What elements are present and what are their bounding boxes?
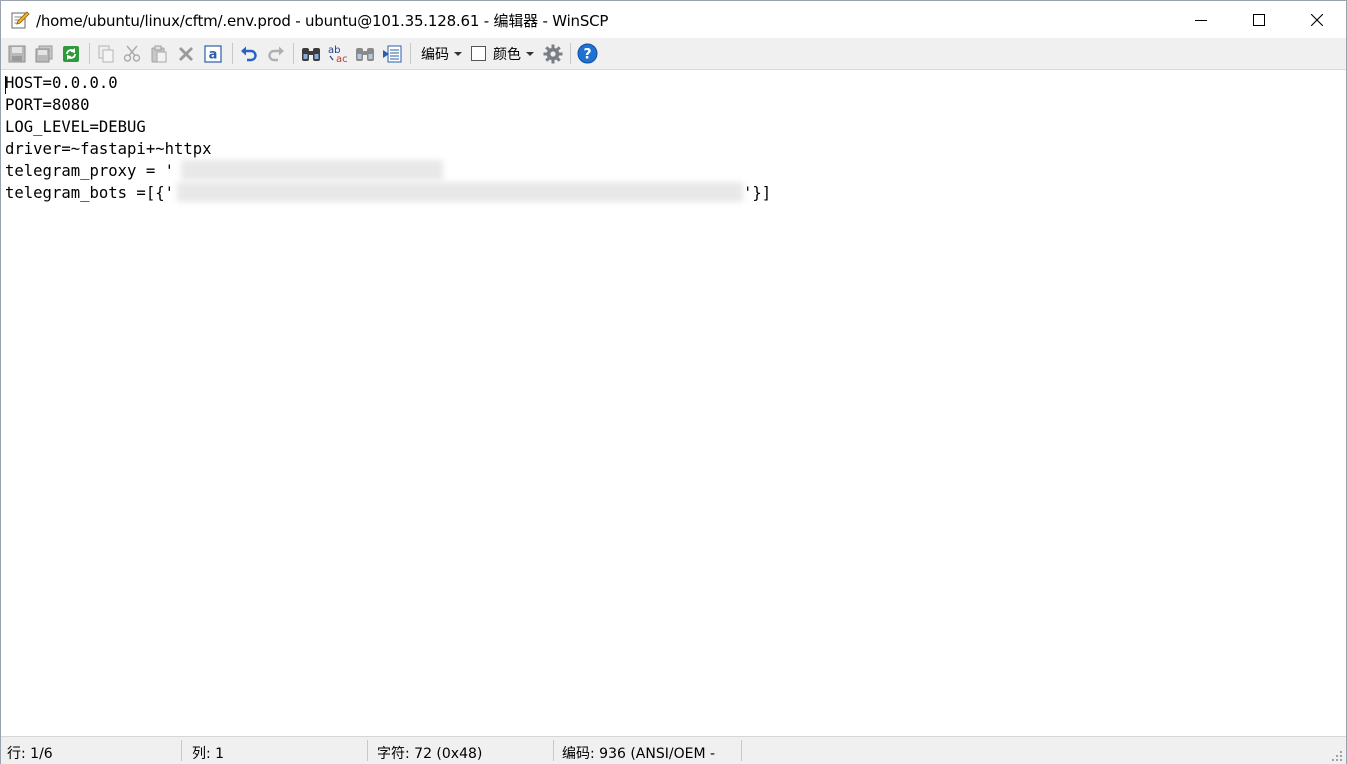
encoding-dropdown-label: 编码 <box>421 47 449 63</box>
redacted-region <box>181 160 443 180</box>
chevron-down-icon <box>454 52 462 56</box>
undo-icon <box>240 46 257 61</box>
status-chars: 字符: 72 (0x48) <box>377 746 483 762</box>
save-all-button[interactable] <box>32 42 55 65</box>
editor-line-2: PORT=8080 <box>5 96 90 114</box>
encoding-dropdown[interactable]: 编码 <box>421 44 462 64</box>
editor-line-6: telegram_bots =[{' <box>5 184 174 202</box>
help-button[interactable]: ? <box>576 42 599 65</box>
svg-text:?: ? <box>583 47 591 63</box>
undo-button[interactable] <box>237 42 260 65</box>
status-line: 行: 1/6 <box>7 746 53 762</box>
maximize-icon <box>1253 13 1265 26</box>
find-next-icon <box>355 47 374 61</box>
redo-button[interactable] <box>264 42 287 65</box>
paste-button[interactable] <box>147 42 170 65</box>
goto-line-icon <box>382 45 401 62</box>
editor-window: /home/ubuntu/linux/cftm/.env.prod - ubun… <box>0 0 1347 764</box>
redo-icon <box>267 46 284 61</box>
close-button[interactable] <box>1288 1 1346 38</box>
reload-button[interactable] <box>59 42 82 65</box>
minimize-icon <box>1195 19 1207 21</box>
paste-icon <box>151 45 166 62</box>
select-all-button[interactable]: a <box>201 42 224 65</box>
minimize-button[interactable] <box>1172 1 1230 38</box>
editor-line-5: telegram_proxy = ' <box>5 162 174 180</box>
reload-icon <box>62 45 79 62</box>
toolbar: a ab ac 编码 颜色 ? <box>1 38 1346 70</box>
editor-line-1: HOST=0.0.0.0 <box>5 74 118 92</box>
replace-button[interactable]: ab ac <box>326 42 349 65</box>
editor-line-6-tail: '}] <box>743 184 772 202</box>
replace-icon: abac <box>328 45 348 64</box>
copy-button[interactable] <box>94 42 117 65</box>
find-icon <box>301 47 320 61</box>
settings-button[interactable] <box>541 42 564 65</box>
help-icon: ? <box>577 43 598 64</box>
copy-icon <box>98 45 113 62</box>
delete-icon <box>178 46 193 61</box>
svg-text:a: a <box>208 47 217 62</box>
text-cursor <box>5 76 6 94</box>
notepad-pencil-icon <box>11 11 30 29</box>
svg-text:ac: ac <box>336 54 348 64</box>
editor-line-4: driver=~fastapi+~httpx <box>5 140 212 158</box>
chevron-down-icon <box>526 52 534 56</box>
select-all-icon: a <box>203 44 222 63</box>
title-bar: /home/ubuntu/linux/cftm/.env.prod - ubun… <box>1 1 1346 38</box>
color-dropdown[interactable]: 颜色 <box>493 44 534 64</box>
status-encoding: 编码: 936 (ANSI/OEM - <box>562 746 716 762</box>
maximize-button[interactable] <box>1230 1 1288 38</box>
redacted-region <box>177 182 743 202</box>
save-icon <box>8 45 25 62</box>
resize-grip-icon[interactable] <box>1331 750 1343 762</box>
settings-icon <box>543 44 562 63</box>
text-editor[interactable]: HOST=0.0.0.0 PORT=8080 LOG_LEVEL=DEBUG d… <box>1 70 1346 736</box>
window-title: /home/ubuntu/linux/cftm/.env.prod - ubun… <box>36 12 609 30</box>
color-checkbox[interactable] <box>471 46 486 61</box>
find-button[interactable] <box>299 42 322 65</box>
delete-button[interactable] <box>174 42 197 65</box>
cut-icon <box>123 45 140 62</box>
save-button[interactable] <box>5 42 28 65</box>
find-next-button[interactable] <box>353 42 376 65</box>
status-column: 列: 1 <box>192 746 225 762</box>
save-all-icon <box>35 45 52 62</box>
close-icon <box>1311 13 1323 26</box>
goto-line-button[interactable] <box>380 42 403 65</box>
status-bar: 行: 1/6 列: 1 字符: 72 (0x48) 编码: 936 (ANSI/… <box>1 736 1346 764</box>
editor-line-3: LOG_LEVEL=DEBUG <box>5 118 146 136</box>
color-dropdown-label: 颜色 <box>493 47 521 63</box>
cut-button[interactable] <box>120 42 143 65</box>
